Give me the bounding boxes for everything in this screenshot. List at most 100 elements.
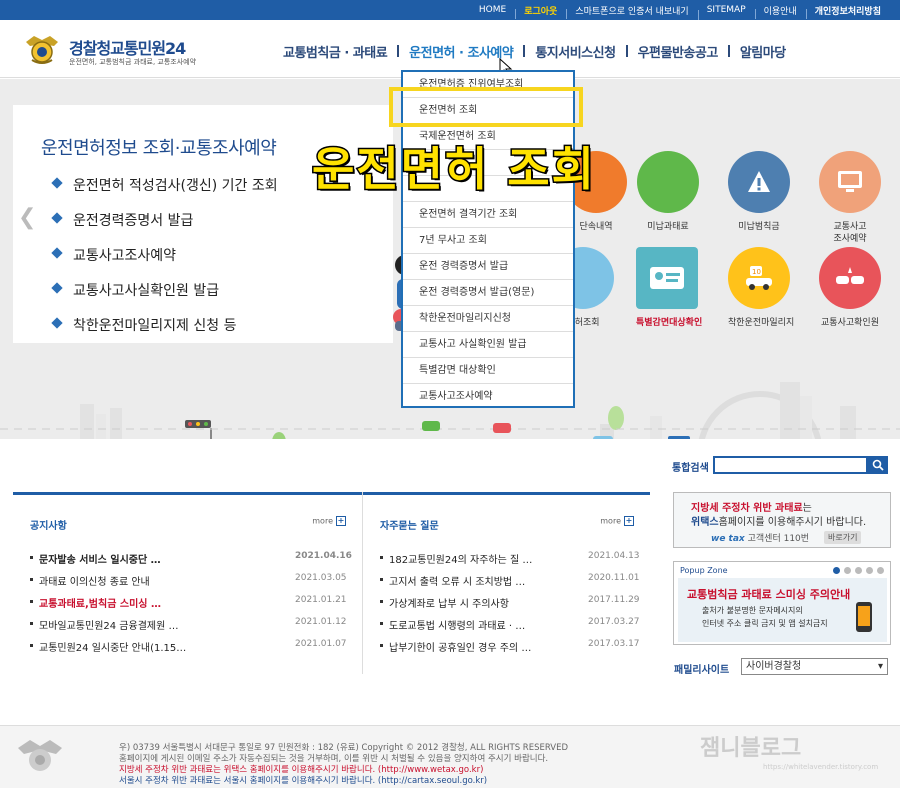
notice-text: 과태료 이의신청 종료 안내 [39,577,150,588]
banner-call-center: 고객센터 110번 [747,534,810,544]
quick-icon-accident-confirm[interactable]: 교통사고확인원 [819,247,881,329]
menu-driving-record-en[interactable]: 운전 경력증명서 발급(영문) [403,280,573,306]
crash-icon [836,267,864,284]
page: HOME 로그아웃 스마트폰으로 인증서 내보내기 SITEMAP 이용안내 개… [0,0,900,788]
faq-item[interactable]: 가상계좌로 납부 시 주의사항 2017.11.29 [380,595,700,617]
notice-text: 교통민원24 일시중단 안내(1.15… [39,643,187,654]
police-emblem-gray-icon [18,740,62,771]
plus-icon: + [336,516,346,526]
faq-more-button[interactable]: more + [600,516,634,526]
faq-title: 자주묻는 질문 [380,521,439,532]
export-cert-link[interactable]: 스마트폰으로 인증서 내보내기 [566,4,697,19]
overlay-caption: 운전면허 조회 [311,141,596,198]
slide-prev-icon[interactable]: ❮ [18,205,36,230]
pagination-dot[interactable] [855,567,862,574]
popup-headline: 교통범칙금 과태료 스미싱 주의안내 [687,588,851,601]
logo-subtitle: 운전면허, 교통범칙금 과태료, 교통조사예약 [69,58,197,66]
faq-date: 2017.03.27 [588,617,640,627]
faq-text: 고지서 출력 오류 시 조치방법 … [389,577,526,588]
notice-item[interactable]: 교통과태료,범칙금 스미싱 … 2021.01.21 [30,595,350,617]
hero-item[interactable]: 착한운전마일리지제 신청 등 [51,315,278,350]
wetax-logo: we tax [711,534,745,544]
notice-date: 2021.01.07 [295,639,347,649]
notice-item[interactable]: 모바일교통민원24 금융결제원 … 2021.01.12 [30,617,350,639]
quick-icon-unpaid-fine[interactable]: 미납과태료 [637,151,699,233]
popup-pagination [833,567,884,574]
faq-item[interactable]: 납부기한이 공휴일인 경우 주의 … 2017.03.17 [380,639,700,661]
search-input[interactable] [713,456,868,474]
hero-item[interactable]: 교통사고사실확인원 발급 [51,280,278,315]
id-card-icon [636,247,698,309]
search-button[interactable] [868,456,888,474]
monitor-icon [819,151,881,213]
quick-icon-special-reduction[interactable]: 특별감면대상확인 [636,247,703,329]
footer-seoul-notice: 서울시 주정차 위반 과태료는 서울시 홈페이지를 이용해주시기 바랍니다. (… [119,776,488,786]
menu-accident-confirm[interactable]: 교통사고 사실확인원 발급 [403,332,573,358]
plus-icon: + [624,516,634,526]
faq-item[interactable]: 고지서 출력 오류 시 조치방법 … 2020.11.01 [380,573,700,595]
nav-notification[interactable]: 통지서비스신청 [523,42,626,61]
popup-zone: Popup Zone 교통범칙금 과태료 스미싱 주의안내 출처가 불분명한 문… [673,561,891,645]
notice-text: 교통과태료,범칙금 스미싱 … [39,599,161,610]
notice-item[interactable]: 문자발송 서비스 일시중단 … 2021.04.16 [30,551,352,573]
bottom-area: 공지사항 more + 문자발송 서비스 일시중단 … 2021.04.16 과태료… [0,439,900,719]
popup-banner[interactable]: 교통범칙금 과태료 스미싱 주의안내 출처가 불분명한 문자메시지의 인터넷 주… [678,578,887,642]
menu-7year-safe[interactable]: 7년 무사고 조회 [403,228,573,254]
car-crash-icon [819,247,881,309]
faq-item[interactable]: 도로교통법 시행령의 과태료 · … 2017.03.27 [380,617,700,639]
watermark-title: 잼니블로그 [700,736,802,761]
wetax-banner[interactable]: 지방세 주정차 위반 과태료는 위택스홈페이지를 이용해주시기 바랍니다. we… [673,492,891,548]
quick-icon-label: 교통사고 조사예약 [833,222,867,244]
search-label: 통합검색 [672,463,709,474]
menu-accident-reserve[interactable]: 교통사고조사예약 [403,384,573,410]
nav-notice[interactable]: 알림마당 [727,42,797,61]
quick-icon-mileage[interactable]: 10 착한운전마일리지 [728,247,794,329]
nav-fines[interactable]: 교통범칙금 · 과태료 [272,42,398,61]
home-link[interactable]: HOME [470,5,515,15]
banner-line1: 지방세 주정차 위반 과태료는 [691,499,812,514]
banner-brand-name: 위택스 [691,517,719,528]
police-emblem-icon [26,36,58,64]
nav-returned-mail[interactable]: 우편물반송공고 [625,42,729,61]
faq-list: 182교통민원24의 자주하는 질 … 2021.04.13 고지서 출력 오류 … [380,551,700,661]
highlight-box [389,87,583,127]
sitemap-link[interactable]: SITEMAP [697,5,755,20]
pagination-dot[interactable] [877,567,884,574]
menu-disqualification[interactable]: 운전면허 결격기간 조회 [403,202,573,228]
hero-item[interactable]: 운전면허 적성검사(갱신) 기간 조회 [51,175,278,210]
notice-date: 2021.04.16 [295,551,352,561]
logout-link[interactable]: 로그아웃 [515,4,566,19]
pagination-dot[interactable] [866,567,873,574]
menu-driving-record[interactable]: 운전 경력증명서 발급 [403,254,573,280]
family-site-select[interactable]: 사이버경찰청 [741,658,888,675]
more-label: more [600,516,621,526]
faq-item[interactable]: 182교통민원24의 자주하는 질 … 2021.04.13 [380,551,700,573]
pagination-dot[interactable] [844,567,851,574]
notice-title: 공지사항 [30,521,67,532]
hero-item[interactable]: 운전경력증명서 발급 [51,210,278,245]
site-logo[interactable]: 경찰청교통민원24 운전면허, 교통범칙금 과태료, 교통조사예약 [22,32,222,72]
menu-special-reduction[interactable]: 특별감면 대상확인 [403,358,573,384]
card-icon [650,267,684,289]
notice-item[interactable]: 교통민원24 일시중단 안내(1.15… 2021.01.07 [30,639,350,661]
quick-icon-label: 특별감면대상확인 [636,318,703,328]
hero-item[interactable]: 교통사고조사예약 [51,245,278,280]
watermark-url: https://whitelavender.tistory.com [763,763,879,771]
logo-title: 경찰청교통민원24 [69,35,186,59]
main-nav: 교통범칙금 · 과태료 운전면허 · 조사예약 통지서비스신청 우편물반송공고 … [272,42,797,61]
notice-more-button[interactable]: more + [312,516,346,526]
faq-date: 2020.11.01 [588,573,640,583]
faq-text: 가상계좌로 납부 시 주의사항 [389,599,509,610]
faq-date: 2017.11.29 [588,595,640,605]
warning-icon [728,151,790,213]
quick-icon-unpaid-penalty[interactable]: 미납범칙금 [728,151,790,233]
notice-item[interactable]: 과태료 이의신청 종료 안내 2021.03.05 [30,573,350,595]
unpaid-fine-icon [637,151,699,213]
guide-link[interactable]: 이용안내 [754,4,806,19]
privacy-link[interactable]: 개인정보처리방침 [805,4,890,19]
quick-icon-accident-reserve[interactable]: 교통사고 조사예약 [819,151,881,245]
pagination-dot[interactable] [833,567,840,574]
banner-go-button[interactable]: 바로가기 [824,531,862,544]
quick-icon-label: 미납과태료 [647,222,689,232]
menu-mileage[interactable]: 착한운전마일리지신청 [403,306,573,332]
